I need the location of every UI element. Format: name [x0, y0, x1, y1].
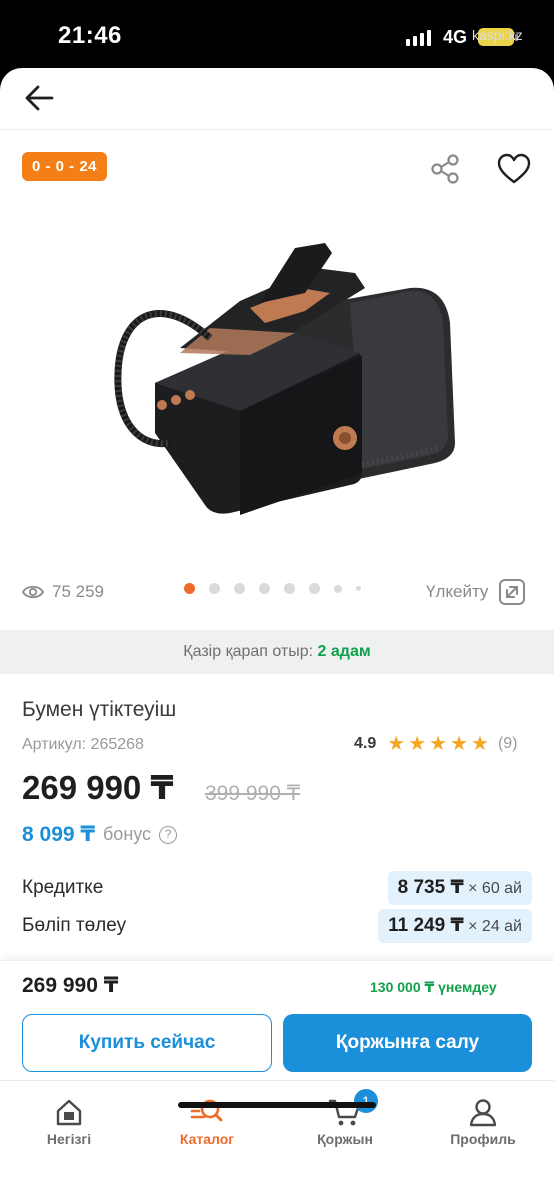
help-icon[interactable]: ?: [159, 825, 178, 844]
product-sku: Артикул: 265268: [22, 736, 144, 753]
arrow-left-icon: [25, 85, 54, 111]
bonus-amount: 8 099 ₸: [22, 823, 95, 846]
home-indicator: [178, 1102, 376, 1108]
signal-icon: [406, 30, 431, 46]
review-count[interactable]: (9): [498, 735, 518, 753]
favorite-button[interactable]: [496, 152, 532, 186]
installment-amount: 11 249 ₸: [388, 915, 464, 936]
view-count: 75 259: [22, 582, 104, 602]
gallery-dot[interactable]: [334, 584, 342, 593]
gallery-dot[interactable]: [184, 583, 195, 594]
tab-cart-label: Қоржын: [317, 1131, 373, 1147]
gallery-pagination: [184, 583, 361, 594]
tab-home[interactable]: Негізгі: [0, 1097, 138, 1147]
home-icon: [56, 1099, 82, 1126]
zoom-label: Үлкейту: [426, 582, 489, 601]
product-image[interactable]: [100, 233, 470, 523]
star-icon: ★: [387, 733, 406, 755]
buy-now-button[interactable]: Купить сейчас: [22, 1014, 272, 1072]
credit-chip[interactable]: 8 735 ₸ × 60 ай: [387, 871, 532, 905]
star-icon: ★: [429, 733, 448, 755]
product-rating[interactable]: 4.9 ★ ★ ★ ★ ★ (9): [354, 734, 518, 754]
expand-icon: [499, 579, 526, 605]
site-label: kaspi.kz: [472, 27, 523, 43]
installment-label: Бөліп төлеу: [22, 915, 127, 936]
gallery-dot[interactable]: [356, 586, 361, 591]
status-bar: 21:46 4G kaspi.kz: [0, 0, 554, 70]
product-page: 0 - 0 - 24 75 259 Үлкейту Қазір қарап от…: [0, 68, 554, 1200]
credit-amount: 8 735 ₸: [397, 877, 464, 898]
viewing-now-label: Қазір қарап отыр:: [183, 643, 314, 660]
bonus-label: бонус: [103, 824, 152, 844]
gallery-dot[interactable]: [309, 583, 320, 594]
eye-icon: [22, 585, 44, 599]
cart-count-badge: 1: [354, 1089, 378, 1113]
viewing-now-bar: Қазір қарап отыр: 2 адам: [0, 630, 554, 674]
tab-catalog-label: Каталог: [179, 1131, 235, 1147]
share-icon: [431, 154, 459, 184]
add-to-cart-button[interactable]: Қоржынға салу: [283, 1014, 532, 1072]
credit-label: Кредитке: [22, 877, 104, 898]
zoom-button[interactable]: Үлкейту: [426, 578, 526, 606]
product-price: 269 990 ₸: [22, 769, 174, 806]
top-navigation: [0, 68, 554, 130]
viewing-now-count: 2 адам: [317, 643, 371, 660]
product-title: Бумен үтіктеуіш: [22, 698, 177, 721]
gallery-dot[interactable]: [209, 583, 220, 594]
bottom-tab-bar: Негізгі Каталог 1 Қоржын Профиль: [0, 1080, 554, 1200]
star-icon: ★: [450, 733, 468, 755]
network-type: 4G: [443, 27, 468, 47]
tab-profile-label: Профиль: [450, 1131, 516, 1147]
rating-value: 4.9: [354, 735, 377, 752]
tab-home-label: Негізгі: [46, 1131, 92, 1147]
star-icon: ★: [408, 733, 427, 755]
purchase-panel: 269 990 ₸ 130 000 ₸ үнемдеу Купить сейча…: [0, 960, 554, 1080]
back-button[interactable]: [22, 82, 58, 114]
savings-label: 130 000 ₸ үнемдеу: [370, 979, 497, 995]
credit-option: Кредитке 8 735 ₸ × 60 ай: [22, 871, 532, 905]
view-count-value: 75 259: [52, 582, 104, 601]
installment-chip[interactable]: 11 249 ₸ × 24 ай: [378, 909, 532, 943]
installment-badge: 0 - 0 - 24: [22, 152, 108, 181]
bonus-info: 8 099 ₸ бонус ?: [22, 822, 178, 847]
status-time: 21:46: [58, 22, 122, 49]
tab-profile[interactable]: Профиль: [414, 1097, 552, 1147]
gallery-dot[interactable]: [284, 583, 295, 594]
installment-term: × 24 ай: [468, 918, 522, 935]
credit-term: × 60 ай: [468, 880, 522, 897]
heart-icon: [497, 153, 531, 184]
gallery-dot[interactable]: [259, 583, 270, 594]
profile-icon: [469, 1099, 497, 1127]
star-icon: ★: [471, 733, 489, 755]
gallery-dot[interactable]: [234, 583, 245, 594]
share-button[interactable]: [428, 152, 462, 186]
panel-price: 269 990 ₸: [22, 974, 119, 997]
installment-option: Бөліп төлеу 11 249 ₸ × 24 ай: [22, 909, 532, 943]
old-price: 399 990 ₸: [205, 782, 301, 805]
